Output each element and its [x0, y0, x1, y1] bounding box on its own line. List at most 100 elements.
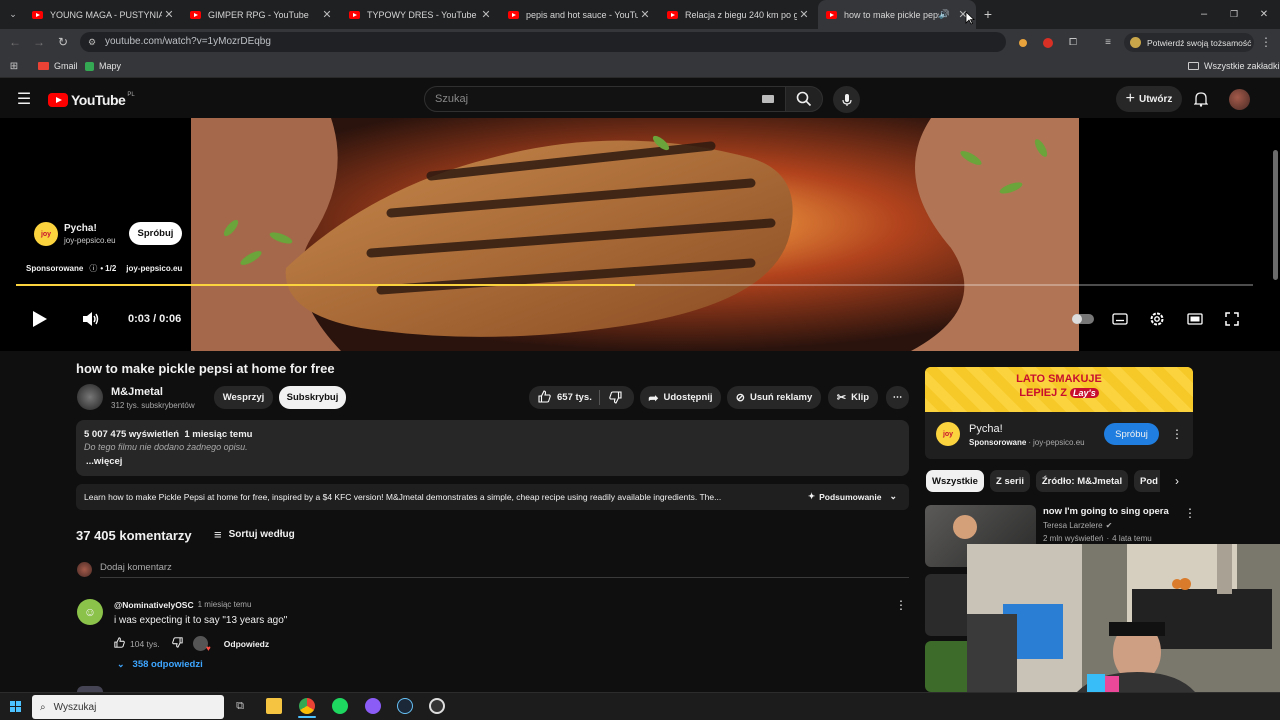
voice-search-button[interactable] — [833, 86, 860, 113]
discord-icon[interactable] — [365, 698, 381, 714]
channel-name[interactable]: M&Jmetal — [111, 386, 163, 398]
summary-button[interactable]: ✦ Podsumowanie ⌄ — [808, 491, 897, 502]
ad-domain[interactable]: joy-pepsico.eu — [64, 236, 116, 245]
autoplay-toggle[interactable] — [1072, 314, 1094, 324]
comment-menu-icon[interactable]: ⋮ — [895, 598, 907, 612]
subscribe-button[interactable]: Subskrybuj — [279, 386, 346, 409]
close-tab-icon[interactable]: ✕ — [479, 8, 493, 21]
sidebar-ad-card[interactable]: joy Pycha! Sponsorowane · joy-pepsico.eu… — [925, 412, 1193, 459]
dislike-button[interactable] — [609, 391, 622, 407]
bookmark-maps[interactable]: Mapy — [85, 61, 121, 71]
browser-tab[interactable]: TYPOWY DRES - YouTube ✕ — [341, 0, 499, 29]
share-button[interactable]: ➦ Udostępnij — [640, 386, 721, 409]
speaker-icon[interactable]: 🔊 — [939, 9, 950, 20]
chevron-right-icon[interactable]: › — [1170, 473, 1184, 489]
ad-menu-icon[interactable]: ⋮ — [1171, 427, 1183, 441]
show-more-link[interactable]: ...więcej — [86, 456, 122, 467]
extension-icon[interactable] — [1019, 39, 1027, 47]
rec-channel[interactable]: Teresa Larzelere — [1043, 521, 1103, 530]
ad-brand-name[interactable]: Pycha! — [64, 223, 97, 234]
progress-track[interactable] — [16, 284, 1253, 286]
close-window-icon[interactable]: ✕ — [1256, 6, 1272, 22]
browser-tab[interactable]: Relacja z biegu 240 km po góra✕ — [659, 0, 817, 29]
tab-search-icon[interactable]: ⌄ — [6, 7, 20, 21]
spotify-icon[interactable] — [332, 698, 348, 714]
address-bar[interactable]: ⚙ youtube.com/watch?v=1yMozrDEqbg — [80, 32, 1006, 52]
hamburger-menu-icon[interactable]: ☰ — [16, 91, 32, 108]
support-button[interactable]: Wesprzyj — [214, 386, 273, 409]
close-tab-icon[interactable]: ✕ — [320, 8, 334, 21]
steam-icon[interactable] — [397, 698, 413, 714]
extension-icon[interactable] — [1043, 38, 1053, 48]
rec-title[interactable]: now I'm going to sing opera — [1043, 506, 1183, 517]
file-explorer-icon[interactable] — [266, 698, 282, 714]
description-box[interactable]: 5 007 475 wyświetleń 1 miesiąc temu Do t… — [76, 420, 909, 476]
chip-source[interactable]: Źródło: M&Jmetal — [1036, 470, 1128, 492]
browser-tab[interactable]: pepis and hot sauce - YouTube ✕ — [500, 0, 658, 29]
ad-cta-button[interactable]: Spróbuj — [129, 222, 182, 245]
chrome-icon[interactable] — [299, 698, 315, 714]
browser-tab[interactable]: YOUNG MAGA - PUSTYNIA [off✕ — [24, 0, 182, 29]
youtube-logo[interactable]: YouTube PL — [48, 92, 135, 108]
restore-icon[interactable]: ❐ — [1226, 6, 1242, 22]
site-info-icon[interactable]: ⚙ — [88, 37, 98, 47]
settings-button[interactable] — [1148, 310, 1166, 328]
media-control-icon[interactable]: ≡ — [1101, 35, 1115, 49]
new-tab-icon[interactable]: + — [980, 6, 996, 22]
chip-all[interactable]: Wszystkie — [926, 470, 984, 492]
extensions-puzzle-icon[interactable]: ⧠ — [1066, 35, 1080, 49]
notifications-button[interactable] — [1192, 90, 1210, 108]
windows-start-icon[interactable] — [10, 701, 21, 712]
sort-button[interactable]: ≡ Sortuj według — [214, 527, 295, 542]
chip-series[interactable]: Z serii — [990, 470, 1030, 492]
close-tab-icon[interactable]: ✕ — [162, 8, 176, 21]
ad-link[interactable]: joy-pepsico.eu — [126, 264, 182, 273]
create-button[interactable]: + Utwórz — [1116, 86, 1182, 112]
browser-tab-active[interactable]: how to make pickle pepsi a🔊✕ — [818, 0, 976, 29]
rec-menu-icon[interactable]: ⋮ — [1184, 506, 1196, 520]
search-button[interactable] — [785, 86, 823, 112]
browser-tab[interactable]: GIMPER RPG - YouTube ✕ — [182, 0, 340, 29]
channel-avatar[interactable] — [77, 384, 103, 410]
obs-icon[interactable] — [429, 698, 445, 714]
search-input[interactable]: Szukaj — [424, 86, 787, 112]
close-tab-icon[interactable]: ✕ — [797, 8, 811, 21]
info-icon[interactable]: ⓘ — [89, 263, 97, 274]
ai-summary-bar[interactable]: Learn how to make Pickle Pepsi at home f… — [76, 484, 909, 510]
video-frame[interactable] — [191, 118, 1079, 351]
reload-icon[interactable]: ↻ — [56, 35, 70, 49]
subtitles-button[interactable] — [1111, 311, 1129, 327]
keyboard-icon[interactable] — [762, 95, 774, 103]
play-button[interactable] — [30, 309, 50, 329]
add-comment-input[interactable]: Dodaj komentarz — [100, 562, 909, 578]
task-view-icon[interactable]: ⧉ — [233, 699, 247, 713]
theater-mode-button[interactable] — [1186, 311, 1204, 327]
bookmark-gmail[interactable]: Gmail — [38, 61, 78, 71]
replies-toggle[interactable]: ⌄ 358 odpowiedzi — [117, 659, 203, 670]
page-scrollbar[interactable] — [1273, 150, 1278, 280]
minimize-icon[interactable]: – — [1196, 6, 1212, 22]
back-icon[interactable]: ← — [8, 35, 22, 49]
comment-age[interactable]: 1 miesiąc temu — [198, 600, 252, 610]
remove-ads-button[interactable]: ⊘ Usuń reklamy — [727, 386, 821, 409]
all-bookmarks[interactable]: Wszystkie zakładki — [1188, 61, 1280, 71]
forward-icon[interactable]: → — [32, 35, 46, 49]
reply-button[interactable]: Odpowiedz — [224, 639, 269, 649]
chip-partial[interactable]: Pod — [1134, 470, 1160, 492]
comment-like-button[interactable] — [114, 637, 125, 650]
ad-cta-button[interactable]: Spróbuj — [1104, 423, 1159, 445]
apps-grid-icon[interactable]: ⊞ — [8, 60, 20, 72]
sidebar-ad-banner[interactable]: LATO SMAKUJE LEPIEJ Z Lay's — [925, 367, 1193, 412]
more-actions-button[interactable]: ⋯ — [886, 386, 909, 409]
user-avatar[interactable] — [1229, 89, 1250, 110]
like-button[interactable] — [538, 389, 551, 406]
comment-author[interactable]: @NominativelyOSC — [114, 600, 194, 610]
taskbar-search[interactable]: ⌕ Wyszukaj — [32, 695, 224, 719]
rec-thumbnail[interactable] — [925, 641, 967, 692]
fullscreen-button[interactable] — [1223, 310, 1241, 328]
rec-thumbnail[interactable] — [925, 574, 967, 636]
menu-dots-icon[interactable]: ⋮ — [1260, 35, 1272, 49]
profile-button[interactable]: Potwierdź swoją tożsamość — [1124, 33, 1254, 52]
commenter-avatar[interactable]: ☺ — [77, 599, 103, 625]
comment-dislike-button[interactable] — [172, 637, 183, 650]
